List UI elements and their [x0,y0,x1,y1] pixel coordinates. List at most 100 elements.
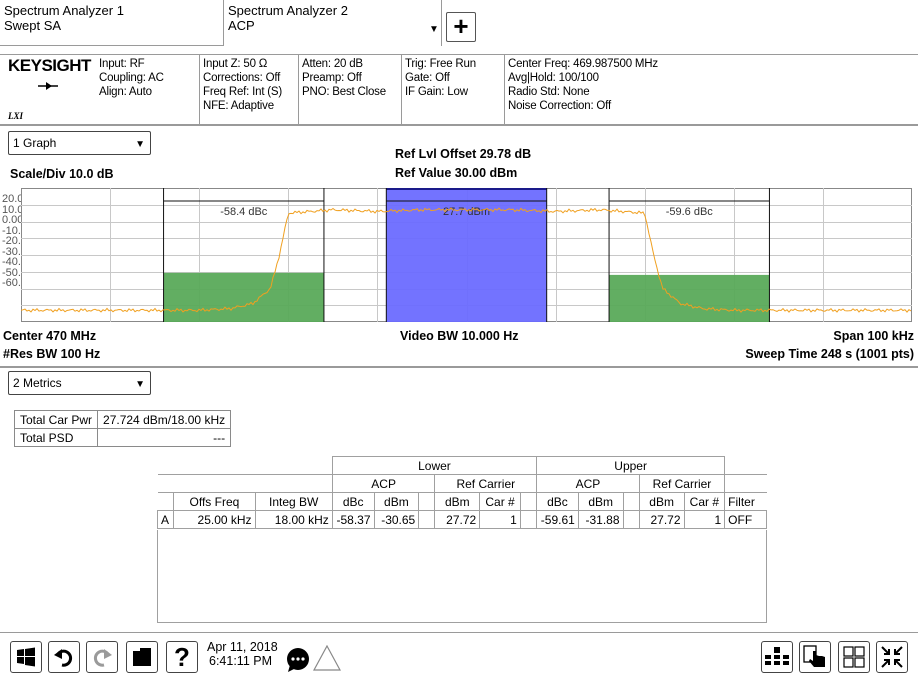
touch-mode-button[interactable] [799,641,831,673]
col-upper-dbm: dBm [577,492,624,511]
status-atten[interactable]: Atten: 20 dB Preamp: Off PNO: Best Close [298,55,401,125]
status-radio-std: Radio Std: None [508,86,590,98]
tab-subtitle: Swept SA [4,18,62,33]
col-integ-bw: Integ BW [254,492,333,511]
input-arrow-icon [38,78,58,94]
clock: Apr 11, 2018 6:41:11 PM [207,640,278,668]
channel-bar-upper [609,274,770,322]
status-corr: Corrections: Off [203,72,281,84]
scale-div-label: Scale/Div 10.0 dB [10,167,114,181]
add-screen-button[interactable]: + [446,12,476,42]
channel-label-lower: -58.4 dBc [220,206,268,218]
upper-ref-carrier-header: Ref Carrier [638,474,726,493]
empty-header-cell [157,456,333,475]
channel-bar-lower [163,272,324,322]
quad-window-icon [843,646,865,668]
status-nfe: NFE: Adaptive [203,100,274,112]
acp-table: Lower Upper ACP Ref Carrier ACP Ref Carr… [156,456,767,529]
file-button[interactable] [126,641,158,673]
status-coupling: Coupling: AC [99,72,164,84]
upper-car-cell: 1 [683,510,726,529]
tab-title: Spectrum Analyzer 1 [4,3,124,18]
spacer-cell [418,510,436,529]
empty-header-cell [724,474,767,493]
preset-grid-icon [765,647,789,665]
spacer-cell [418,492,436,511]
local-settings-button[interactable] [761,641,793,673]
undo-icon [54,649,73,667]
clock-time: 6:41:11 PM [209,654,273,668]
windows-start-button[interactable] [10,641,42,673]
redo-icon [93,649,112,667]
upper-ref-dbm-cell: 27.72 [638,510,685,529]
spacer-cell [622,510,640,529]
acp-table-empty-area [157,530,767,623]
total-car-pwr-label: Total Car Pwr [13,410,99,429]
upper-dbm-cell: -31.88 [577,510,624,529]
status-input-z: Input Z: 50 Ω [203,58,268,70]
spectrum-plot[interactable]: -58.4 dBc 27.7 dBm -59.6 dBc [21,188,912,322]
status-preamp: Preamp: Off [302,72,362,84]
spacer-cell [519,492,538,511]
warning-triangle-icon[interactable] [312,644,342,674]
row-id: A [156,510,175,529]
filter-cell: OFF [724,510,767,529]
res-bw-label: #Res BW 100 Hz [3,347,101,361]
multiscreen-button[interactable] [838,641,870,673]
ref-offset-label: Ref Lvl Offset 29.78 dB [395,147,532,161]
upper-dbc-cell: -59.61 [536,510,579,529]
status-frequency[interactable]: Center Freq: 469.987500 MHz Avg|Hold: 10… [504,55,918,125]
metrics-view-dropdown[interactable]: 2 Metrics ▼ [8,371,151,395]
video-bw-label: Video BW 10.000 Hz [400,329,519,343]
spacer-cell [519,510,538,529]
tab-spectrum-analyzer-2[interactable]: Spectrum Analyzer 2 ACP ▼ [224,0,442,46]
status-input[interactable]: Input: RF Coupling: AC Align: Auto [96,55,199,125]
lower-header: Lower [331,456,538,475]
folder-icon [133,648,151,666]
table-column-header-row: Offs Freq Integ BW dBc dBm dBm Car # dBc… [157,492,767,511]
lower-dbc-cell: -58.37 [331,510,375,529]
keysight-logo: KEYSIGHT [8,56,91,75]
touch-hand-icon [803,645,825,667]
status-pno: PNO: Best Close [302,86,386,98]
upper-header: Upper [536,456,726,475]
status-trig: Trig: Free Run [405,58,476,70]
status-gate: Gate: Off [405,72,450,84]
tab-spectrum-analyzer-1[interactable]: Spectrum Analyzer 1 Swept SA [0,0,224,46]
status-trigger[interactable]: Trig: Free Run Gate: Off IF Gain: Low [401,55,504,125]
clock-date: Apr 11, 2018 [207,640,278,654]
span-label: Span 100 kHz [833,329,914,343]
chevron-down-icon: ▼ [135,139,145,150]
zoom-window-button[interactable] [876,641,908,673]
integ-bw-cell: 18.00 kHz [254,510,333,529]
table-header-row: ACP Ref Carrier ACP Ref Carrier [157,474,767,493]
taskbar: ? Apr 11, 2018 6:41:11 PM [0,632,918,677]
status-align: Align: Auto [99,86,152,98]
message-icon[interactable] [286,647,312,676]
channel-label-upper: -59.6 dBc [666,206,714,218]
lower-ref-dbm-cell: 27.72 [434,510,481,529]
offs-freq-cell: 25.00 kHz [173,510,256,529]
status-corrections[interactable]: Input Z: 50 Ω Corrections: Off Freq Ref:… [199,55,298,125]
status-center-freq: Center Freq: 469.987500 MHz [508,58,658,70]
center-freq-label: Center 470 MHz [3,329,97,343]
graph-view-dropdown[interactable]: 1 Graph ▼ [8,131,151,155]
table-header-row: Lower Upper [157,456,767,475]
spacer-cell [622,492,640,511]
redo-button[interactable] [86,641,118,673]
empty-header-cell [724,456,767,475]
upper-acp-header: ACP [536,474,640,493]
tab-dropdown-arrow-icon[interactable]: ▼ [429,22,439,37]
lower-car-cell: 1 [479,510,521,529]
undo-button[interactable] [48,641,80,673]
col-lower-dbm: dBm [373,492,420,511]
windows-icon [17,647,35,667]
col-upper-dbc: dBc [536,492,579,511]
col-upper-ref-dbm: dBm [638,492,685,511]
help-button[interactable]: ? [166,641,198,673]
sweep-time-label: Sweep Time 248 s (1001 pts) [745,347,914,361]
table-row[interactable]: A 25.00 kHz 18.00 kHz -58.37 -30.65 27.7… [156,510,767,529]
col-filter: Filter [724,492,767,511]
status-avg-hold: Avg|Hold: 100/100 [508,72,599,84]
lower-ref-carrier-header: Ref Carrier [434,474,538,493]
